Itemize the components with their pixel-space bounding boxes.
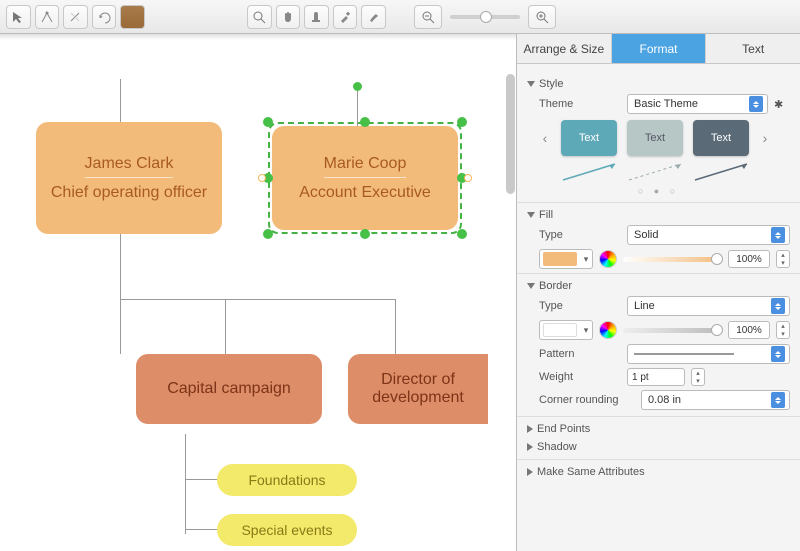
- stamp-tool-button[interactable]: [304, 5, 329, 29]
- border-opacity-stepper[interactable]: ▴▾: [776, 321, 790, 339]
- zoom-controls: [414, 5, 556, 29]
- connector-line: [185, 529, 217, 530]
- resize-handle[interactable]: [457, 229, 467, 239]
- theme-line-1[interactable]: [561, 162, 617, 182]
- tab-format[interactable]: Format: [612, 34, 707, 63]
- org-pill-foundations[interactable]: Foundations: [217, 464, 357, 496]
- border-opacity-slider[interactable]: [623, 328, 722, 333]
- theme-select[interactable]: Basic Theme: [627, 94, 768, 114]
- org-label: Capital campaign: [167, 380, 291, 398]
- connector-line: [185, 434, 186, 534]
- brush-tool-button[interactable]: [361, 5, 386, 29]
- border-type-select[interactable]: Line: [627, 296, 790, 316]
- theme-line-2[interactable]: [627, 162, 683, 182]
- org-label: Special events: [241, 522, 332, 538]
- inspector-tabs: Arrange & Size Format Text: [517, 34, 800, 64]
- pattern-select[interactable]: [627, 344, 790, 364]
- theme-next-button[interactable]: ›: [759, 130, 771, 146]
- weight-input[interactable]: 1 pt: [627, 368, 685, 386]
- theme-swatch-3[interactable]: Text: [693, 120, 749, 156]
- zoom-tool-button[interactable]: [247, 5, 272, 29]
- theme-page-dots[interactable]: ○ ● ○: [527, 186, 790, 196]
- border-opacity-value[interactable]: 100%: [728, 321, 770, 339]
- connector-endpoint[interactable]: [353, 82, 362, 91]
- fill-opacity-stepper[interactable]: ▴▾: [776, 250, 790, 268]
- resize-handle[interactable]: [263, 117, 273, 127]
- org-box-james[interactable]: James Clark Chief operating officer: [36, 122, 222, 234]
- theme-label: Theme: [539, 98, 621, 110]
- connector-line: [357, 86, 358, 126]
- rounding-label: Corner rounding: [539, 394, 635, 406]
- top-toolbar: [0, 0, 800, 34]
- section-shadow[interactable]: Shadow: [527, 441, 790, 453]
- section-border[interactable]: Border: [527, 280, 790, 292]
- section-endpoints[interactable]: End Points: [527, 423, 790, 435]
- tab-arrange[interactable]: Arrange & Size: [517, 34, 612, 63]
- border-color-swatch[interactable]: ▾: [539, 320, 593, 340]
- eyedropper-tool-button[interactable]: [333, 5, 358, 29]
- anchor-edit-tool-button[interactable]: [35, 5, 60, 29]
- shear-tool-button[interactable]: [63, 5, 88, 29]
- color-wheel-icon[interactable]: [599, 321, 617, 339]
- resize-handle[interactable]: [263, 229, 273, 239]
- color-wheel-icon[interactable]: [599, 250, 617, 268]
- org-box-director[interactable]: Director of development: [348, 354, 488, 424]
- theme-prev-button[interactable]: ‹: [539, 130, 551, 146]
- section-same-attrs[interactable]: Make Same Attributes: [527, 466, 790, 478]
- fill-color-swatch[interactable]: ▾: [539, 249, 593, 269]
- org-box-capital[interactable]: Capital campaign: [136, 354, 322, 424]
- section-style[interactable]: Style: [527, 78, 790, 90]
- fill-opacity-value[interactable]: 100%: [728, 250, 770, 268]
- org-pill-special[interactable]: Special events: [217, 514, 357, 546]
- connector-line: [120, 299, 395, 300]
- fill-opacity-slider[interactable]: [623, 257, 722, 262]
- org-name: James Clark: [85, 155, 174, 178]
- diagram-canvas[interactable]: James Clark Chief operating officer Mari…: [0, 34, 516, 551]
- rotate-tool-button[interactable]: [92, 5, 117, 29]
- zoom-out-button[interactable]: [414, 5, 442, 29]
- theme-swatch-1[interactable]: Text: [561, 120, 617, 156]
- border-type-label: Type: [539, 300, 621, 312]
- swatches-button[interactable]: [120, 5, 145, 29]
- resize-handle[interactable]: [457, 117, 467, 127]
- pattern-label: Pattern: [539, 348, 621, 360]
- zoom-in-button[interactable]: [528, 5, 556, 29]
- connector-line: [225, 299, 226, 354]
- org-role: Chief operating officer: [51, 184, 207, 202]
- weight-label: Weight: [539, 371, 621, 383]
- theme-line-3[interactable]: [693, 162, 749, 182]
- canvas-scrollbar[interactable]: [506, 74, 515, 194]
- fill-type-label: Type: [539, 229, 621, 241]
- resize-handle[interactable]: [360, 117, 370, 127]
- inspector-panel: Arrange & Size Format Text Style Theme B…: [516, 34, 800, 551]
- connector-line: [185, 479, 217, 480]
- org-label: Director of development: [362, 371, 474, 407]
- rounding-select[interactable]: 0.08 in: [641, 390, 790, 410]
- hand-tool-button[interactable]: [276, 5, 301, 29]
- fill-type-select[interactable]: Solid: [627, 225, 790, 245]
- gear-icon[interactable]: ✱: [774, 98, 790, 111]
- tab-text[interactable]: Text: [706, 34, 800, 63]
- resize-handle[interactable]: [360, 229, 370, 239]
- selection-outline: [268, 122, 462, 234]
- zoom-slider[interactable]: [450, 15, 520, 19]
- weight-stepper[interactable]: ▴▾: [691, 368, 705, 386]
- theme-swatch-2[interactable]: Text: [627, 120, 683, 156]
- connector-line: [395, 299, 396, 354]
- pointer-tool-button[interactable]: [6, 5, 31, 29]
- org-label: Foundations: [248, 472, 325, 488]
- section-fill[interactable]: Fill: [527, 209, 790, 221]
